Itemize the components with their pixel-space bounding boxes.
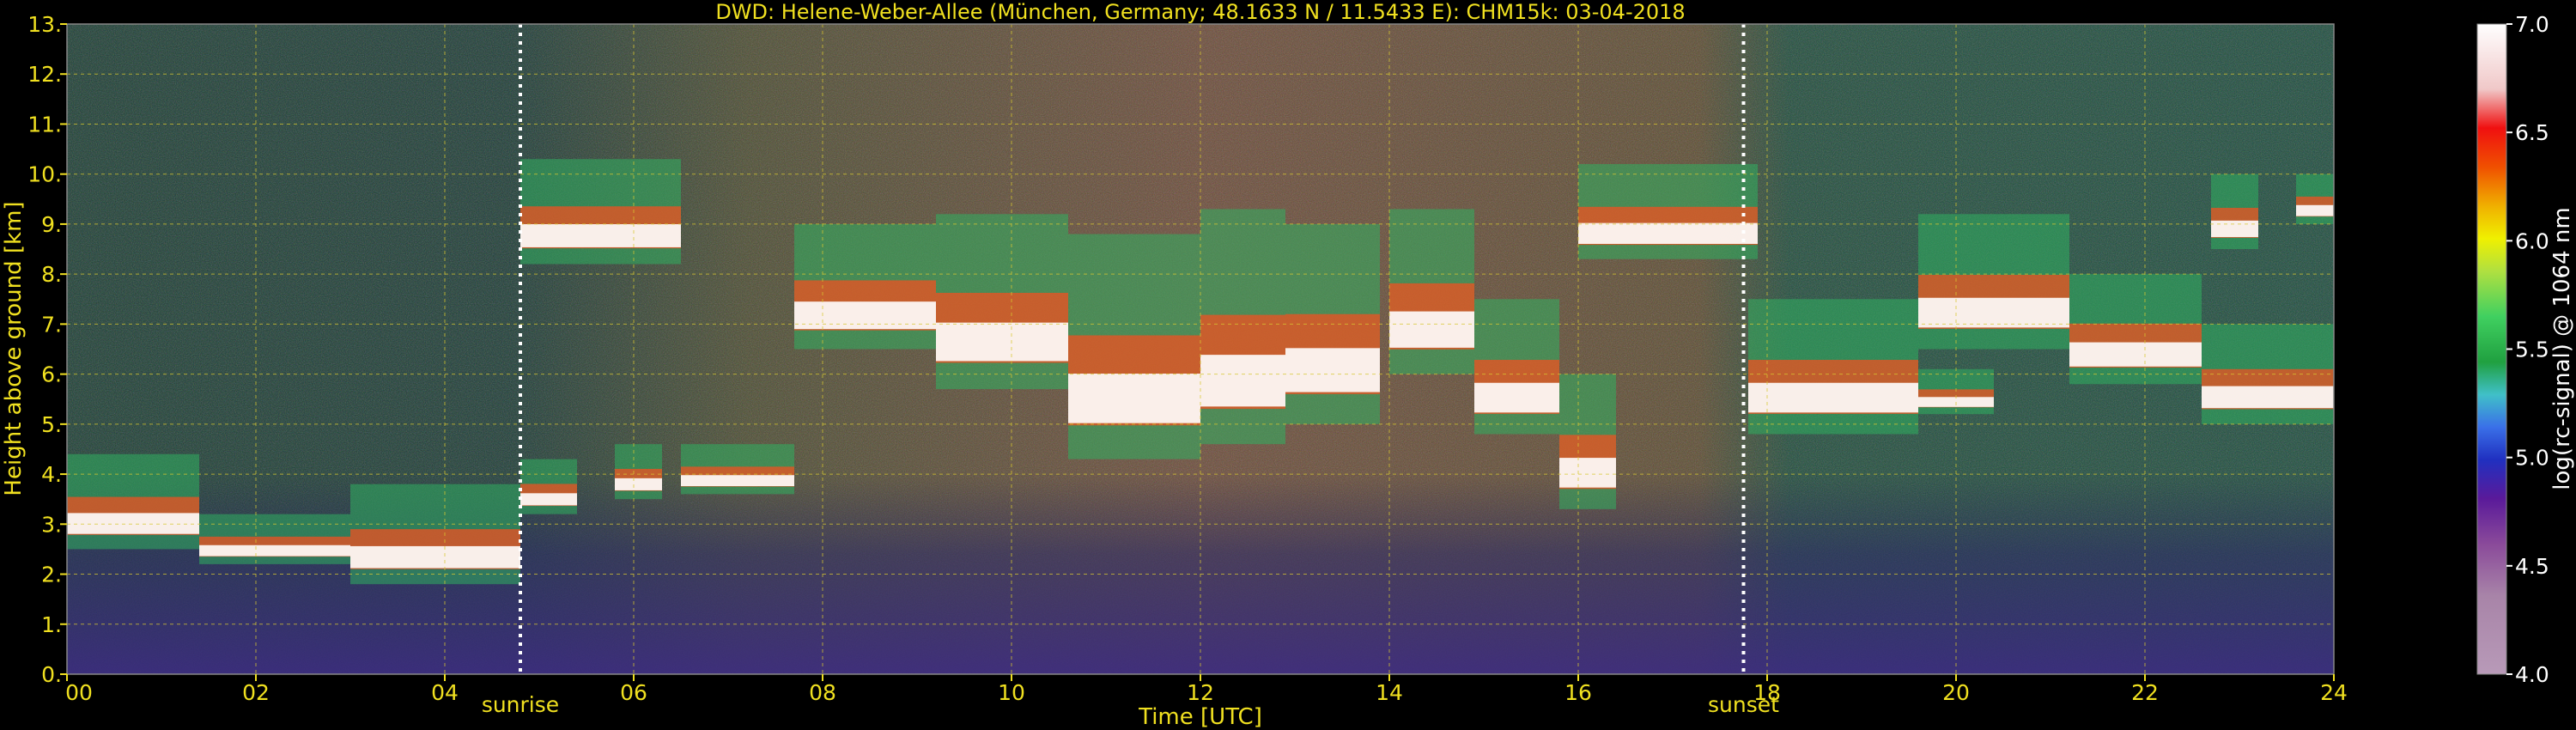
cloud-layer (936, 214, 1068, 390)
y-tick-label: 2. (41, 563, 62, 587)
y-tick-label: 5. (41, 412, 62, 437)
colorbar-label: log(rc-signal) @ 1064 nm (2549, 207, 2575, 490)
y-tick-label: 10. (27, 162, 62, 187)
x-tick-label: 02 (242, 680, 270, 705)
annotation-label: sunrise (482, 692, 559, 717)
y-tick-label: 1. (41, 612, 62, 637)
colorbar-tick-label: 6.0 (2515, 228, 2549, 253)
y-tick-label: 7. (41, 312, 62, 337)
colorbar-tick-label: 7.0 (2515, 12, 2549, 37)
cloud-layer (1559, 374, 1616, 509)
x-tick-label: 22 (2131, 680, 2159, 705)
cloud-layer (1918, 214, 2069, 350)
colorbar (2476, 23, 2507, 675)
y-tick-label: 0. (41, 662, 62, 687)
colorbar-tick-label: 5.5 (2515, 338, 2549, 362)
x-axis-ticks: 00 02 04 06 08 10 12 14 16 18 20 22 24 (65, 674, 2348, 705)
x-tick-label: 20 (1942, 680, 1970, 705)
cloud-layer (1748, 299, 1918, 435)
annotation-label: sunset (1708, 692, 1779, 717)
x-tick-label: 24 (2320, 680, 2348, 705)
x-tick-label: 00 (65, 680, 93, 705)
x-tick-label: 10 (998, 680, 1025, 705)
x-tick-label: 06 (620, 680, 647, 705)
cloud-layer (794, 223, 936, 350)
cloud-layer (615, 444, 662, 500)
colorbar-tick-label: 5.0 (2515, 446, 2549, 471)
y-tick-label: 6. (41, 362, 62, 387)
y-tick-label: 13. (27, 12, 62, 37)
x-tick-label: 12 (1187, 680, 1214, 705)
colorbar-tick-label: 4.0 (2515, 662, 2549, 687)
y-tick-label: 8. (41, 262, 62, 287)
plot-area (67, 24, 2334, 674)
cloud-layer (2069, 274, 2202, 385)
cloud-layer (67, 453, 199, 550)
x-tick-label: 16 (1564, 680, 1592, 705)
cloud-layer (520, 459, 577, 514)
colorbar-tick-label: 4.5 (2515, 554, 2549, 579)
y-axis-ticks: 0. 1. 2. 3. 4. 5. 6. 7. 8. 9. 10. 11. 12. 13. (27, 12, 67, 687)
y-tick-label: 9. (41, 212, 62, 237)
x-axis-label: Time [UTC] (1138, 704, 1262, 730)
colorbar-tick-label: 6.5 (2515, 120, 2549, 145)
cloud-layer (199, 514, 350, 564)
x-tick-label: 08 (809, 680, 836, 705)
y-tick-label: 12. (27, 62, 62, 87)
colorbar-ticks: 4.0 4.5 5.0 5.5 6.0 6.5 7.0 (2506, 12, 2549, 687)
x-tick-label: 14 (1376, 680, 1403, 705)
cloud-layer (1389, 209, 1474, 374)
lidar-backscatter-chart: DWD: Helene-Weber-Allee (München, German… (1, 0, 2575, 730)
cloud-layer (1068, 234, 1200, 459)
cloud-layer (1474, 299, 1559, 435)
cloud-layer (520, 159, 681, 265)
x-tick-label: 04 (431, 680, 459, 705)
y-tick-label: 3. (41, 512, 62, 537)
cloud-layer (2211, 173, 2258, 250)
y-tick-label: 11. (27, 112, 62, 137)
cloud-layer (1200, 209, 1285, 445)
cloud-layer (2296, 173, 2334, 224)
y-tick-label: 4. (41, 462, 62, 487)
cloud-layer (681, 444, 794, 495)
cloud-layer (1578, 164, 1758, 259)
chart-title: DWD: Helene-Weber-Allee (München, German… (715, 0, 1685, 24)
y-axis-label: Height above ground [km] (1, 201, 27, 496)
cloud-layer (350, 484, 520, 585)
